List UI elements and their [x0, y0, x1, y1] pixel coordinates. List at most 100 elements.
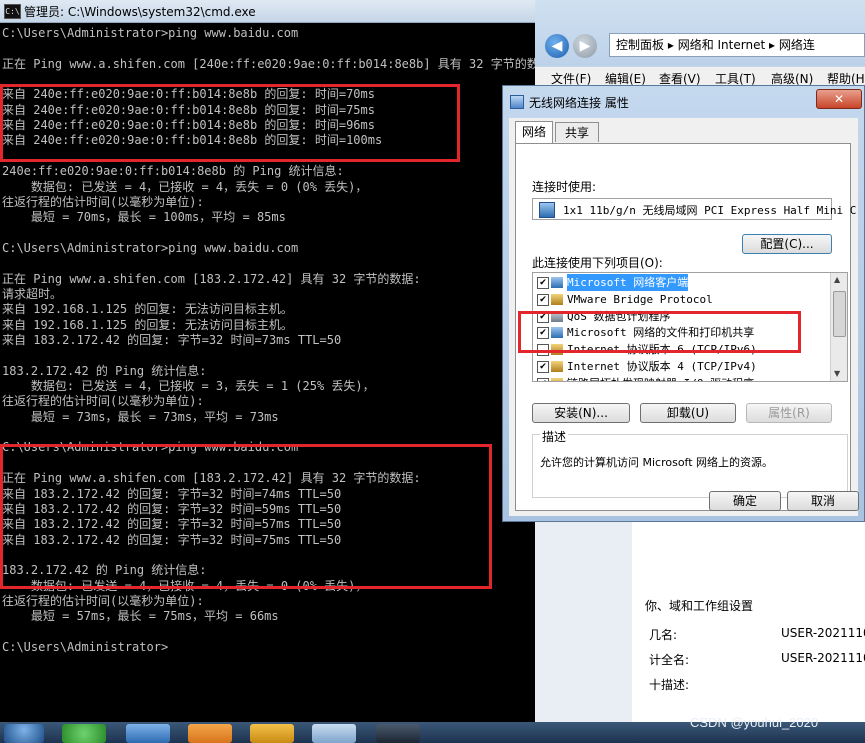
list-item-label: Microsoft 网络的文件和打印机共享 — [567, 326, 755, 340]
console-line: 最短 = 73ms，最长 = 73ms，平均 = 73ms — [2, 409, 279, 424]
cancel-button[interactable]: 取消 — [787, 491, 859, 511]
adapter-name: 1x1 11b/g/n 无线局域网 PCI Express Half Mini … — [563, 204, 857, 217]
app-icon[interactable] — [312, 724, 356, 743]
checkbox[interactable]: ✔ — [537, 361, 549, 373]
network-adapter-icon — [510, 95, 524, 109]
back-arrow-icon[interactable]: ◀ — [545, 34, 569, 58]
console-line: 最短 = 57ms，最长 = 75ms，平均 = 66ms — [2, 609, 279, 624]
forward-arrow-icon[interactable]: ▶ — [573, 34, 597, 58]
console-line: 来自 192.168.1.125 的回复: 无法访问目标主机。 — [2, 302, 293, 317]
console-line: 来自 240e:ff:e020:9ae:0:ff:b014:8e8b 的回复: … — [2, 102, 375, 117]
console-line: 240e:ff:e020:9ae:0:ff:b014:8e8b 的 Ping 统… — [2, 164, 344, 179]
protocol-icon — [551, 293, 563, 305]
console-line: C:\Users\Administrator> — [2, 640, 169, 654]
properties-button[interactable]: 属性(R) — [746, 403, 832, 423]
console-line: 来自 240e:ff:e020:9ae:0:ff:b014:8e8b 的回复: … — [2, 133, 383, 148]
cmd-window[interactable]: C:\ 管理员: C:\Windows\system32\cmd.exe C:\… — [0, 0, 535, 722]
list-item-label: 链路层拓扑发现映射器 I/O 驱动程序 — [567, 375, 754, 381]
console-line: 数据包: 已发送 = 4，已接收 = 4，丢失 = 0 (0% 丢失)， — [2, 578, 368, 593]
explorer-toolbar: ◀ ▶ 控制面板 ▸ 网络和 Internet ▸ 网络连 文件(F) 编辑(E… — [535, 0, 865, 90]
refresh-app-icon[interactable] — [62, 724, 106, 743]
dialog-content: 网络 共享 连接时使用: 1x1 11b/g/n 无线局域网 PCI Expre… — [509, 118, 858, 516]
computer-settings-heading: 你、域和工作组设置 — [645, 599, 754, 613]
checkbox[interactable]: ✔ — [537, 277, 549, 289]
console-line: 来自 183.2.172.42 的回复: 字节=32 时间=73ms TTL=5… — [2, 333, 342, 347]
protocol-icon — [551, 361, 563, 372]
console-line: 正在 Ping www.a.shifen.com [240e:ff:e020:9… — [2, 56, 535, 71]
network-client-icon — [551, 327, 563, 339]
start-orb-icon[interactable] — [4, 724, 44, 743]
items-label: 此连接使用下列项目(O): — [532, 256, 663, 270]
console-line: 正在 Ping www.a.shifen.com [183.2.172.42] … — [2, 271, 421, 286]
console-line: 183.2.172.42 的 Ping 统计信息: — [2, 563, 207, 578]
dialog-title: 无线网络连接 属性 — [529, 96, 629, 110]
network-client-icon — [551, 277, 563, 288]
console-line: 来自 183.2.172.42 的回复: 字节=32 时间=57ms TTL=5… — [2, 517, 342, 532]
chevron-right-icon: ▸ — [768, 38, 779, 52]
description-title: 描述 — [540, 428, 569, 445]
wireless-adapter-icon — [539, 202, 555, 218]
console-line: 183.2.172.42 的 Ping 统计信息: — [2, 363, 207, 378]
install-button[interactable]: 安装(N)... — [532, 403, 630, 423]
app-icon[interactable] — [188, 724, 232, 743]
list-item-label: Internet 协议版本 6 (TCP/IPv6) — [567, 343, 757, 357]
ok-button[interactable]: 确定 — [709, 491, 781, 511]
networking-tab-page: 连接时使用: 1x1 11b/g/n 无线局域网 PCI Express Hal… — [515, 143, 856, 511]
connection-items-list[interactable]: ✔ Microsoft 网络客户端 ✔ VMware Bridge Protocol ✔… — [532, 272, 848, 382]
address-bar[interactable]: 控制面板 ▸ 网络和 Internet ▸ 网络连 — [609, 33, 865, 57]
connect-using-label: 连接时使用: — [532, 180, 597, 194]
list-item-label: QoS 数据包计划程序 — [567, 309, 671, 323]
console-line: 来自 183.2.172.42 的回复: 字节=32 时间=59ms TTL=5… — [2, 501, 342, 516]
console-line: 数据包: 已发送 = 4，已接收 = 4，丢失 = 0 (0% 丢失)， — [2, 179, 368, 194]
console-line: 请求超时。 — [2, 286, 63, 301]
console-line: 来自 240e:ff:e020:9ae:0:ff:b014:8e8b 的回复: … — [2, 118, 375, 133]
scroll-thumb[interactable] — [833, 291, 846, 337]
service-icon — [551, 310, 563, 322]
configure-button[interactable]: 配置(C)... — [742, 234, 832, 254]
list-item-label: VMware Bridge Protocol — [567, 292, 713, 306]
checkbox[interactable] — [537, 344, 549, 357]
cmd-window-title: 管理员: C:\Windows\system32\cmd.exe — [24, 5, 256, 19]
adapter-field: 1x1 11b/g/n 无线局域网 PCI Express Half Mini … — [532, 198, 856, 220]
console-line: 最短 = 70ms，最长 = 100ms，平均 = 85ms — [2, 210, 286, 225]
console-line: C:\Users\Administrator>ping www.baidu.co… — [2, 240, 299, 255]
protocol-icon — [551, 377, 563, 381]
app-icon[interactable] — [250, 724, 294, 743]
breadcrumb-network-internet[interactable]: 网络和 Internet — [678, 38, 765, 52]
cmd-title-bar[interactable]: C:\ 管理员: C:\Windows\system32\cmd.exe — [0, 0, 535, 23]
chevron-right-icon: ▸ — [667, 38, 678, 52]
tab-networking[interactable]: 网络 — [515, 121, 553, 143]
console-line: 数据包: 已发送 = 4，已接收 = 3，丢失 = 1 (25% 丢失)， — [2, 379, 375, 394]
list-item-label: Internet 协议版本 4 (TCP/IPv4) — [567, 360, 757, 373]
close-button[interactable]: ✕ — [816, 89, 862, 109]
breadcrumb-network-connections[interactable]: 网络连 — [779, 38, 815, 52]
console-line: C:\Users\Administrator>ping www.baidu.co… — [2, 440, 299, 455]
tab-sharing[interactable]: 共享 — [555, 122, 599, 142]
checkbox[interactable]: ✔ — [537, 293, 549, 306]
computer-name-label: 几名: — [649, 628, 678, 642]
checkbox[interactable]: ✔ — [537, 377, 549, 381]
console-line: 来自 240e:ff:e020:9ae:0:ff:b014:8e8b 的回复: … — [2, 87, 375, 102]
checkbox[interactable]: ✔ — [537, 327, 549, 340]
console-output[interactable]: C:\Users\Administrator>ping www.baidu.co… — [0, 24, 535, 722]
console-taskbar-icon[interactable] — [376, 724, 420, 743]
console-line: 来自 183.2.172.42 的回复: 字节=32 时间=74ms TTL=5… — [2, 486, 342, 501]
scroll-up-icon[interactable]: ▲ — [834, 275, 840, 284]
console-line: 往返行程的估计时间(以毫秒为单位): — [2, 593, 204, 608]
computer-name-value: USER-2021110 — [781, 626, 865, 640]
uninstall-button[interactable]: 卸载(U) — [640, 403, 736, 423]
protocol-icon — [551, 344, 563, 356]
checkbox[interactable]: ✔ — [537, 310, 549, 323]
list-scrollbar[interactable]: ▲ ▼ — [830, 273, 847, 381]
description-text: 允许您的计算机访问 Microsoft 网络上的资源。 — [540, 456, 774, 469]
wireless-properties-dialog[interactable]: 无线网络连接 属性 ✕ 网络 共享 连接时使用: 1x1 11b/g/n 无线局… — [502, 85, 865, 522]
full-name-label: 计全名: — [649, 653, 690, 667]
full-name-value: USER-2021110 — [781, 651, 865, 665]
scroll-down-icon[interactable]: ▼ — [834, 369, 840, 378]
console-line: 往返行程的估计时间(以毫秒为单位): — [2, 394, 204, 409]
console-line: 来自 192.168.1.125 的回复: 无法访问目标主机。 — [2, 317, 293, 332]
watermark: CSDN @youhui_2020 — [690, 715, 819, 730]
breadcrumb-control-panel[interactable]: 控制面板 — [616, 38, 664, 52]
app-icon[interactable] — [126, 724, 170, 743]
console-icon: C:\ — [4, 4, 21, 19]
